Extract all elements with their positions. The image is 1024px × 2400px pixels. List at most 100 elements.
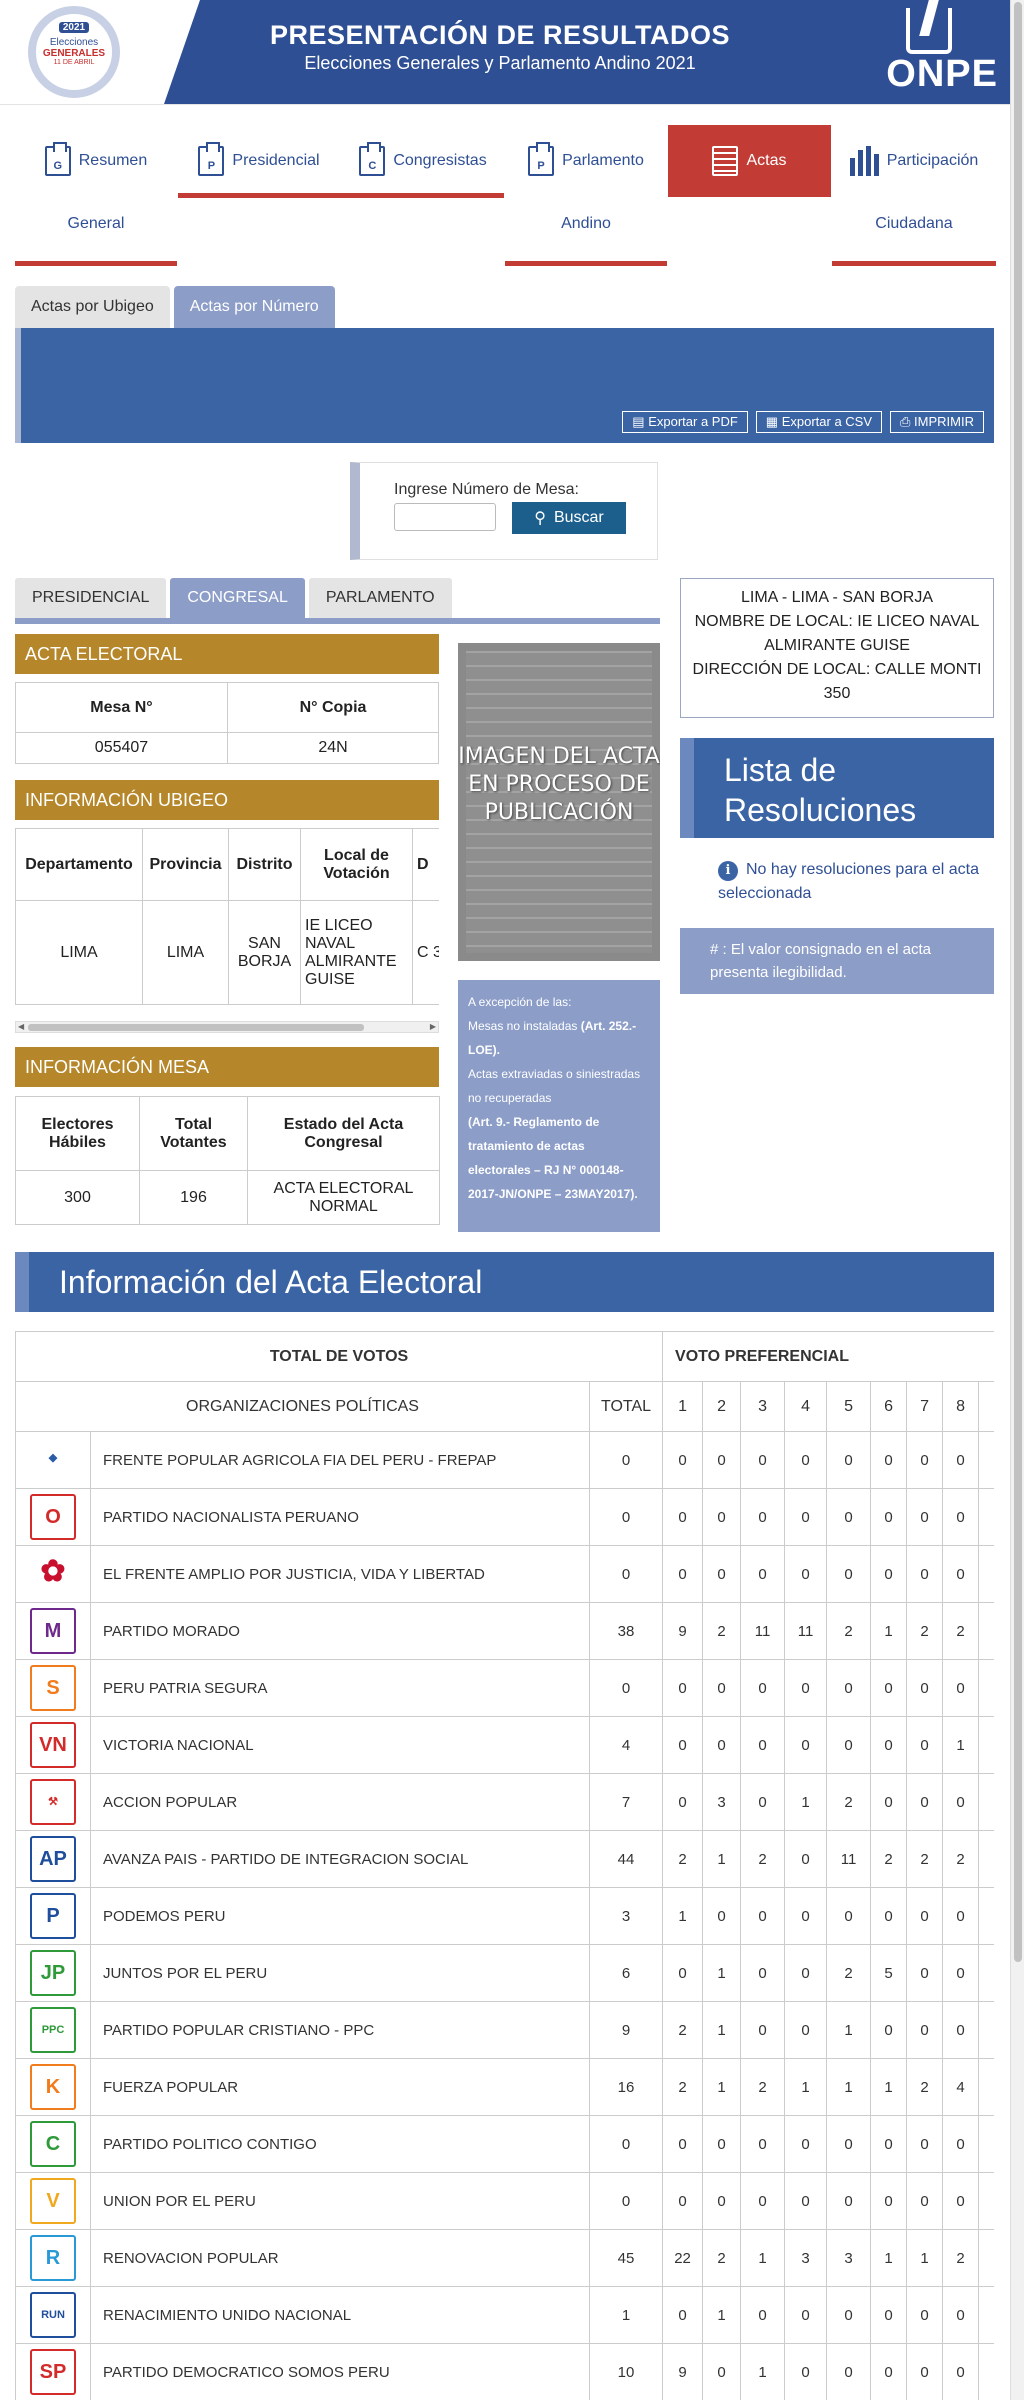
party-logo-icon: P [30, 1893, 76, 1939]
nav-resumen-sub[interactable]: General [15, 215, 177, 233]
pref-vote-cell: 9 [662, 1602, 704, 1660]
pref-vote-cell: 0 [870, 1545, 908, 1603]
scroll-right-icon[interactable]: ▶ [430, 1022, 436, 1031]
nav-participacion[interactable]: Participación [832, 125, 996, 197]
party-name: PARTIDO DEMOCRATICO SOMOS PERU [90, 2343, 590, 2400]
party-row: SPERU PATRIA SEGURA0000000000 [15, 1659, 994, 1717]
scroll-left-icon[interactable]: ◀ [18, 1022, 24, 1031]
party-logo-icon: C [30, 2121, 76, 2167]
pref-vote-cell: 1 [870, 2229, 908, 2287]
pref-vote-cell: 1 [662, 1887, 704, 1945]
pref-vote-cell: 0 [740, 2286, 786, 2344]
pref-vote-cell: 0 [702, 2115, 742, 2173]
pref-vote-cell: 1 [702, 1944, 742, 2002]
nav-parlamento-underline [505, 261, 667, 266]
pref-vote-cell: 2 [826, 1944, 872, 2002]
pref-vote-cell: 1 [826, 2058, 872, 2116]
col-pref-7: 7 [906, 1381, 944, 1432]
ubigeo-scroll-area[interactable]: Departamento Provincia Distrito Local de… [15, 828, 439, 1006]
pref-vote-cell: 0 [906, 2172, 944, 2230]
pref-vote-cell: 0 [662, 1773, 704, 1831]
search-button[interactable]: ⚲ Buscar [512, 502, 626, 534]
pref-vote-cell: 0 [978, 1773, 994, 1831]
party-total: 0 [588, 1431, 664, 1489]
party-name: RENACIMIENTO UNIDO NACIONAL [90, 2286, 590, 2344]
pref-vote-cell: 0 [784, 1830, 828, 1888]
pref-vote-cell: 1 [740, 2229, 786, 2287]
party-name: UNION POR EL PERU [90, 2172, 590, 2230]
page-scrollbar[interactable] [1010, 0, 1024, 2400]
export-csv-button[interactable]: ▦ Exportar a CSV [755, 411, 883, 433]
nav-resumen[interactable]: G Resumen [15, 125, 177, 197]
pref-vote-cell: 0 [978, 2115, 994, 2173]
elecciones-logo[interactable]: 2021 Elecciones GENERALES 11 DE ABRIL [28, 6, 120, 98]
party-total: 6 [588, 1944, 664, 2002]
ubigeo-direccion: C 3 [412, 900, 439, 1005]
pref-vote-cell: 2 [740, 2058, 786, 2116]
nav-parlamento[interactable]: P Parlamento [505, 125, 667, 197]
ubigeo-hscrollbar[interactable]: ◀ ▶ [15, 1021, 439, 1033]
ballot-icon: P [528, 142, 555, 176]
pref-vote-cell: 1 [784, 2058, 828, 2116]
print-button[interactable]: ⎙ IMPRIMIR [890, 411, 984, 433]
mesa-number: 055407 [15, 732, 228, 764]
pref-vote-cell: 0 [906, 1431, 944, 1489]
party-row: PPC PARTIDO POPULAR CRISTIANO - PPC 9 2 1 0 0 1… [15, 2001, 994, 2059]
tab-actas-ubigeo[interactable]: Actas por Ubigeo [15, 286, 170, 328]
pref-vote-cell: 0 [784, 2115, 828, 2173]
pref-vote-cell: 0 [662, 1716, 704, 1774]
pref-vote-cell: 0 [978, 1659, 994, 1717]
col-total: TOTAL [588, 1381, 664, 1432]
nav-actas[interactable]: Actas [668, 125, 831, 197]
mesa-header: INFORMACIÓN MESA [15, 1047, 439, 1087]
tab-congresal[interactable]: CONGRESAL [170, 578, 305, 618]
mesa-number-input[interactable] [394, 503, 496, 531]
nav-presidencial[interactable]: P Presidencial [178, 125, 340, 197]
pref-vote-cell: 0 [662, 2115, 704, 2173]
pref-vote-cell: 0 [740, 2001, 786, 2059]
export-pdf-button[interactable]: ▤ Exportar a PDF [622, 411, 748, 433]
results-table-wrapper[interactable]: TOTAL DE VOTOS VOTO PREFERENCIAL ORGANIZ… [15, 1331, 994, 2400]
nav-congresistas[interactable]: C Congresistas [342, 125, 504, 197]
acta-electoral-header: ACTA ELECTORAL [15, 634, 439, 674]
pref-vote-cell: 2 [906, 1830, 944, 1888]
pref-vote-cell: 1 [702, 2058, 742, 2116]
pref-vote-cell: 0 [784, 1488, 828, 1546]
pref-vote-cell: 2 [906, 1602, 944, 1660]
ubigeo-distrito: SAN BORJA [228, 900, 301, 1005]
ubigeo-header: INFORMACIÓN UBIGEO [15, 780, 439, 820]
col-pref-9: 9 [978, 1381, 994, 1432]
party-logo-cell: S [15, 1659, 91, 1717]
tab-parlamento[interactable]: PARLAMENTO [308, 578, 452, 618]
party-row: OPARTIDO NACIONALISTA PERUANO0000000000 [15, 1488, 994, 1546]
pref-vote-cell: 2 [826, 1773, 872, 1831]
logo-year: 2021 [59, 22, 89, 33]
col-mesa: Mesa N° [15, 682, 228, 733]
location-line2: NOMBRE DE LOCAL: IE LICEO NAVAL ALMIRANT… [694, 613, 980, 654]
mesa-search-label: Ingrese Número de Mesa: [394, 481, 579, 498]
estado-acta: ACTA ELECTORAL NORMAL [247, 1170, 440, 1225]
scrollbar-thumb[interactable] [1014, 2, 1022, 1962]
col-pref-2: 2 [702, 1381, 742, 1432]
pref-vote-cell: 0 [978, 2001, 994, 2059]
pref-vote-cell: 0 [906, 1545, 944, 1603]
pref-vote-cell: 0 [870, 2115, 908, 2173]
tab-presidencial[interactable]: PRESIDENCIAL [15, 578, 167, 618]
hscroll-thumb[interactable] [28, 1024, 364, 1031]
pref-vote-cell: 0 [826, 2286, 872, 2344]
pref-vote-cell: 0 [870, 1431, 908, 1489]
logo-line2: GENERALES [42, 48, 106, 59]
party-logo-icon: S [30, 1665, 76, 1711]
onpe-logo[interactable]: ONPE [858, 8, 998, 96]
pref-vote-cell: 0 [906, 1773, 944, 1831]
pref-vote-cell: 0 [826, 1431, 872, 1489]
party-logo-cell: P [15, 1887, 91, 1945]
nav-parlamento-sub[interactable]: Andino [505, 215, 667, 233]
tab-actas-numero[interactable]: Actas por Número [173, 286, 335, 328]
party-logo-cell: PPC [15, 2001, 91, 2059]
note-line1: A excepción de las: [468, 995, 572, 1009]
col-copia: N° Copia [227, 682, 439, 733]
mesa-table: Electores Hábiles Total Votantes Estado … [15, 1096, 440, 1225]
nav-participacion-sub[interactable]: Ciudadana [832, 215, 996, 233]
pref-vote-cell: 0 [784, 1887, 828, 1945]
